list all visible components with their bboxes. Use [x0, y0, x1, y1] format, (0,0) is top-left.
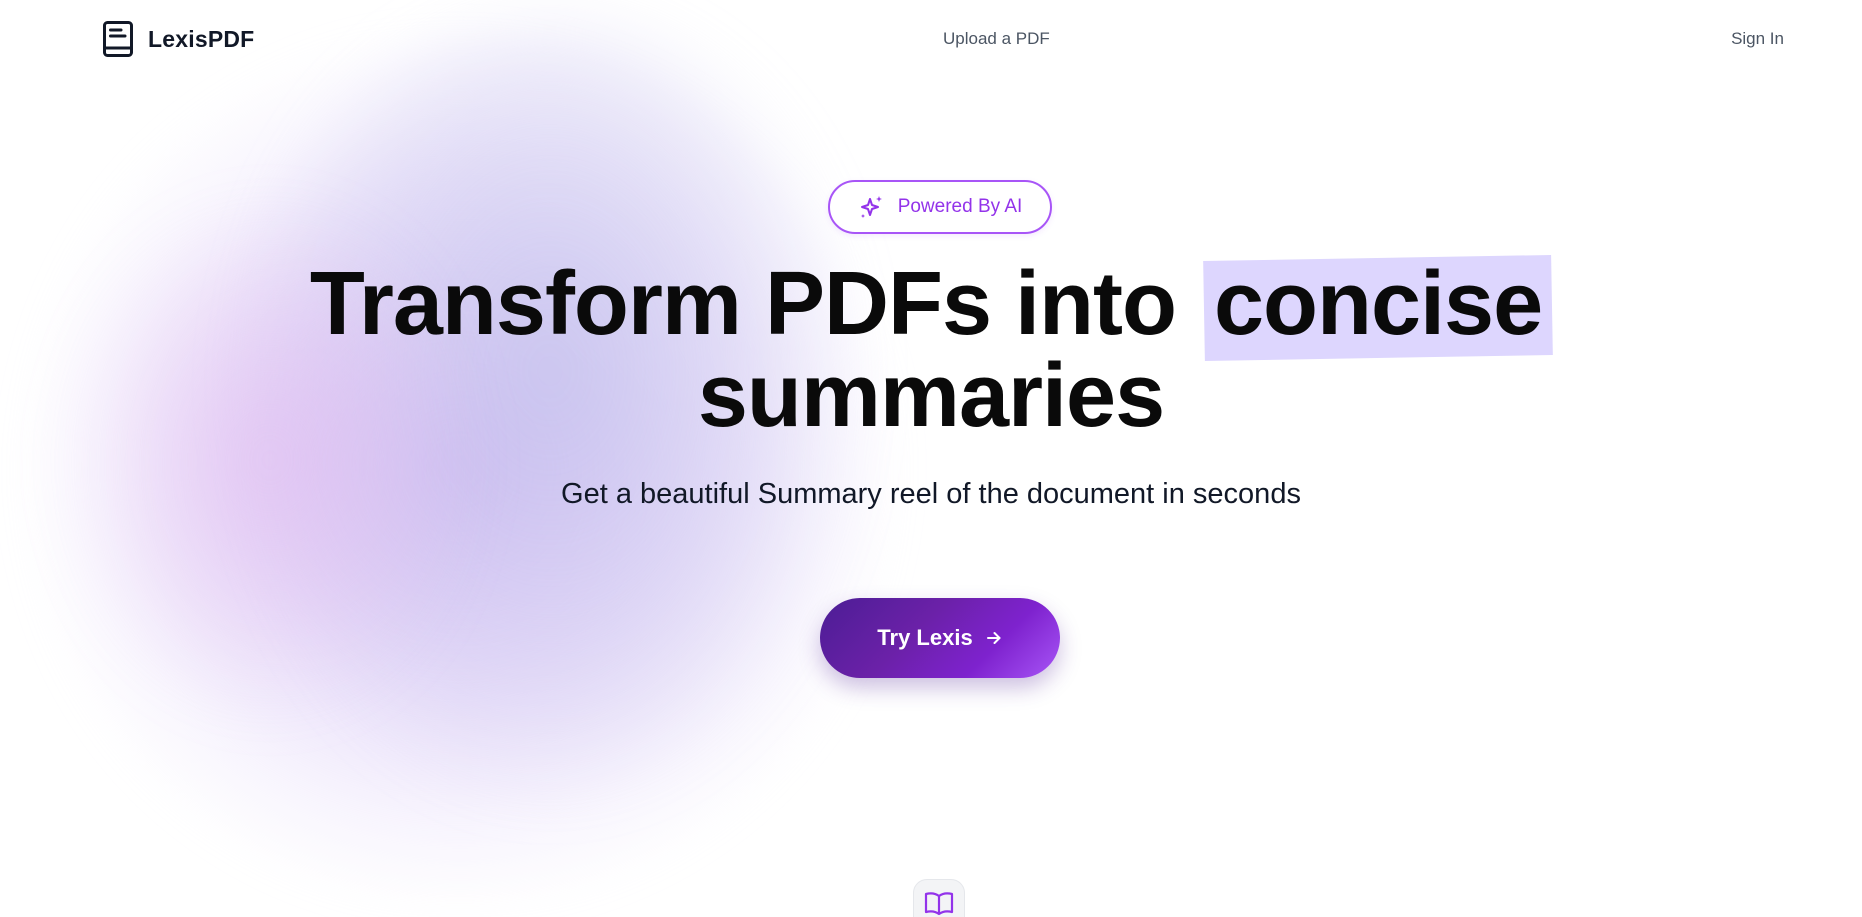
headline-line-1: Transform PDFs into concise: [0, 258, 1862, 350]
try-lexis-button[interactable]: Try Lexis: [820, 598, 1060, 678]
hero-subtitle: Get a beautiful Summary reel of the docu…: [561, 478, 1301, 510]
upload-pdf-link[interactable]: Upload a PDF: [943, 29, 1050, 49]
brand-name: LexisPDF: [148, 25, 255, 52]
arrow-right-icon: [986, 632, 1001, 644]
powered-by-ai-badge: Powered By AI: [828, 180, 1052, 234]
headline-highlight: concise: [1204, 258, 1552, 350]
try-lexis-label: Try Lexis: [877, 625, 973, 650]
top-nav: LexisPDF Upload a PDF Sign In: [0, 0, 1862, 78]
sparkles-icon: [860, 196, 882, 218]
book-feature-tile: [913, 879, 965, 917]
badge-label: Powered By AI: [897, 196, 1023, 217]
background-glow: [30, 40, 890, 900]
headline-highlight-word: concise: [1213, 254, 1543, 354]
headline-text-start: Transform PDFs into: [309, 254, 1177, 354]
landing-page: LexisPDF Upload a PDF Sign In Powered By…: [0, 0, 1862, 917]
document-icon: [103, 21, 133, 57]
book-open-icon: [924, 892, 954, 916]
hero-headline: Transform PDFs into concise summaries: [0, 258, 1862, 442]
brand-logo-link[interactable]: LexisPDF: [102, 20, 254, 58]
sign-in-link[interactable]: Sign In: [1731, 29, 1784, 49]
headline-line-2: summaries: [697, 346, 1165, 446]
